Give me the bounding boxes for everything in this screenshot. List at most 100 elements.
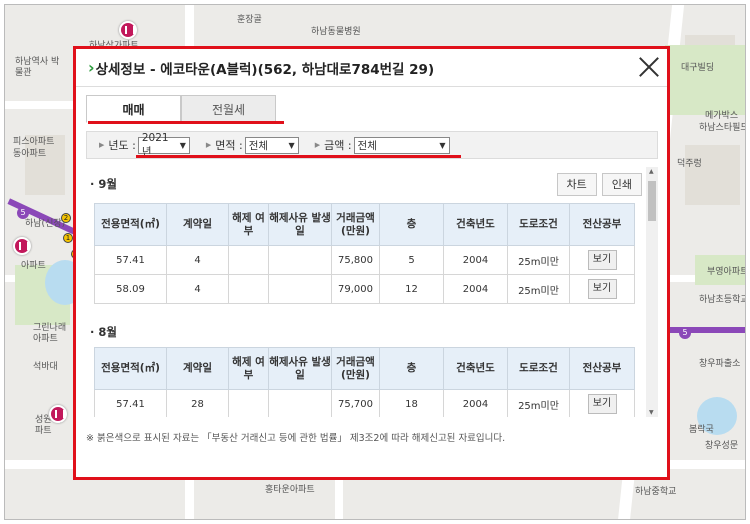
scroll-down-icon[interactable]: ▼ bbox=[649, 409, 654, 416]
exit-number-icon: 1 bbox=[63, 233, 73, 243]
build-year-cell: 2004 bbox=[443, 245, 508, 275]
area-value: 전체 bbox=[248, 139, 269, 152]
year-select[interactable]: 2021년 ▼ bbox=[137, 132, 190, 158]
column-header: 건축년도 bbox=[443, 347, 508, 390]
day-cell: 4 bbox=[166, 245, 229, 275]
column-header: 해제사유 발생일 bbox=[268, 347, 332, 390]
print-button[interactable]: 인쇄 bbox=[601, 172, 642, 196]
price-select[interactable]: 전체 ▼ bbox=[353, 136, 450, 154]
area-select[interactable]: 전체 ▼ bbox=[244, 136, 299, 154]
tab-sale[interactable]: 매매 bbox=[86, 95, 181, 123]
chevron-down-icon: ▼ bbox=[179, 140, 186, 150]
map-label: 하남스타필드 bbox=[699, 123, 746, 133]
cancel-cell bbox=[228, 389, 269, 417]
scrollbar[interactable]: ▲ ▼ bbox=[646, 167, 658, 417]
exit-number-icon: 2 bbox=[61, 213, 71, 223]
chevron-down-icon: ▼ bbox=[288, 140, 295, 150]
table-row: 57.41 28 75,700 18 2004 25m미만 보기 bbox=[94, 389, 635, 417]
build-year-cell: 2004 bbox=[443, 389, 508, 417]
road-cell: 25m미만 bbox=[507, 245, 570, 275]
subway-line-icon: 5 bbox=[17, 207, 29, 219]
apartment-pin-icon[interactable] bbox=[49, 405, 67, 423]
map-label: 창우성문 bbox=[705, 441, 739, 451]
map-label: 피스아파트 bbox=[13, 137, 55, 147]
modal-header: › 상세정보 - 에코타운(A블럭)(562, 하남대로784번길 29) bbox=[76, 49, 667, 87]
column-header: 도로조건 bbox=[507, 203, 570, 246]
column-header: 전산공부 bbox=[569, 347, 635, 390]
floor-cell: 5 bbox=[379, 245, 444, 275]
scroll-thumb[interactable] bbox=[648, 181, 656, 221]
chart-button[interactable]: 차트 bbox=[556, 172, 597, 196]
tab-bar: 매매 전월세 bbox=[86, 95, 276, 123]
table-header-row: 전용면적(㎡) 계약일 해제 여부 해제사유 발생일 거래금액(만원) 층 건축… bbox=[94, 203, 635, 246]
map-label: 메가박스 bbox=[705, 111, 739, 121]
action-buttons: 차트 인쇄 bbox=[556, 172, 642, 196]
table-header-row: 전용면적(㎡) 계약일 해제 여부 해제사유 발생일 거래금액(만원) 층 건축… bbox=[94, 347, 635, 390]
month-header: · 8월 bbox=[86, 319, 642, 345]
map-label: 그린나래 아파트 bbox=[33, 323, 67, 344]
price-value: 전체 bbox=[357, 139, 377, 152]
map-label: 훈장골 bbox=[237, 15, 262, 25]
map-label: 봄락국 bbox=[689, 425, 714, 435]
map-label: 동아파트 bbox=[13, 149, 47, 159]
apartment-pin-icon[interactable] bbox=[13, 237, 31, 255]
table-row: 57.41 4 75,800 5 2004 25m미만 보기 bbox=[94, 245, 635, 275]
triangle-right-icon: ▶ bbox=[314, 141, 321, 149]
column-header: 거래금액(만원) bbox=[331, 203, 380, 246]
price-cell: 79,000 bbox=[331, 274, 380, 304]
map-label: 홍타운아파트 bbox=[265, 485, 315, 495]
road-cell: 25m미만 bbox=[507, 389, 570, 417]
scroll-up-icon[interactable]: ▲ bbox=[649, 168, 654, 175]
price-label: 금액 : bbox=[324, 139, 352, 152]
registry-cell: 보기 bbox=[569, 245, 635, 275]
map-label: 창우파출소 bbox=[699, 359, 741, 369]
close-icon[interactable] bbox=[638, 56, 660, 78]
month-label: · 8월 bbox=[90, 325, 117, 339]
chevron-down-icon: ▼ bbox=[439, 140, 446, 150]
column-header: 해제 여부 bbox=[228, 203, 269, 246]
cancel-cell bbox=[228, 245, 269, 275]
triangle-right-icon: ▶ bbox=[99, 141, 105, 149]
column-header: 건축년도 bbox=[443, 203, 508, 246]
map-label: 석바대 bbox=[33, 362, 58, 372]
price-cell: 75,700 bbox=[331, 389, 380, 417]
deal-table: 전용면적(㎡) 계약일 해제 여부 해제사유 발생일 거래금액(만원) 층 건축… bbox=[94, 347, 635, 417]
area-filter: ▶ 면적 : 전체 ▼ bbox=[206, 136, 299, 154]
column-header: 층 bbox=[379, 203, 444, 246]
apartment-pin-icon[interactable] bbox=[119, 21, 137, 39]
detail-modal: › 상세정보 - 에코타운(A블럭)(562, 하남대로784번길 29) 매매… bbox=[76, 49, 667, 477]
view-button[interactable]: 보기 bbox=[587, 279, 617, 299]
day-cell: 4 bbox=[166, 274, 229, 304]
tab-rent[interactable]: 전월세 bbox=[181, 95, 276, 123]
view-button[interactable]: 보기 bbox=[587, 394, 617, 414]
road-cell: 25m미만 bbox=[507, 274, 570, 304]
map-label: 덕주렁 bbox=[677, 159, 702, 169]
deal-list[interactable]: · 9월 차트 인쇄 전용면적(㎡) 계약일 해제 여부 해제사유 발생일 거래… bbox=[86, 167, 658, 417]
column-header: 해제 여부 bbox=[228, 347, 269, 390]
cancel-date-cell bbox=[268, 389, 332, 417]
map-label: 하남동물병원 bbox=[311, 27, 361, 37]
cancel-date-cell bbox=[268, 245, 332, 275]
floor-cell: 12 bbox=[379, 274, 444, 304]
day-cell: 28 bbox=[166, 389, 229, 417]
floor-cell: 18 bbox=[379, 389, 444, 417]
filter-highlight bbox=[136, 155, 461, 158]
registry-cell: 보기 bbox=[569, 389, 635, 417]
column-header: 해제사유 발생일 bbox=[268, 203, 332, 246]
price-filter: ▶ 금액 : 전체 ▼ bbox=[314, 136, 450, 154]
map-label: 하남중학교 bbox=[635, 487, 677, 497]
area-cell: 57.41 bbox=[94, 245, 167, 275]
year-filter: ▶ 년도 : 2021년 ▼ bbox=[99, 132, 190, 158]
column-header: 층 bbox=[379, 347, 444, 390]
month-header: · 9월 차트 인쇄 bbox=[86, 171, 642, 197]
column-header: 전산공부 bbox=[569, 203, 635, 246]
chevron-right-icon: › bbox=[88, 58, 95, 77]
modal-title: 상세정보 - 에코타운(A블럭)(562, 하남대로784번길 29) bbox=[95, 61, 435, 78]
cancel-date-cell bbox=[268, 274, 332, 304]
view-button[interactable]: 보기 bbox=[587, 250, 617, 270]
map-label: 하남초등학교 bbox=[699, 295, 746, 305]
deal-table: 전용면적(㎡) 계약일 해제 여부 해제사유 발생일 거래금액(만원) 층 건축… bbox=[94, 203, 635, 304]
column-header: 계약일 bbox=[166, 347, 229, 390]
map-label: 하남역사 박물관 bbox=[15, 57, 60, 78]
subway-line-icon: 5 bbox=[679, 327, 691, 339]
